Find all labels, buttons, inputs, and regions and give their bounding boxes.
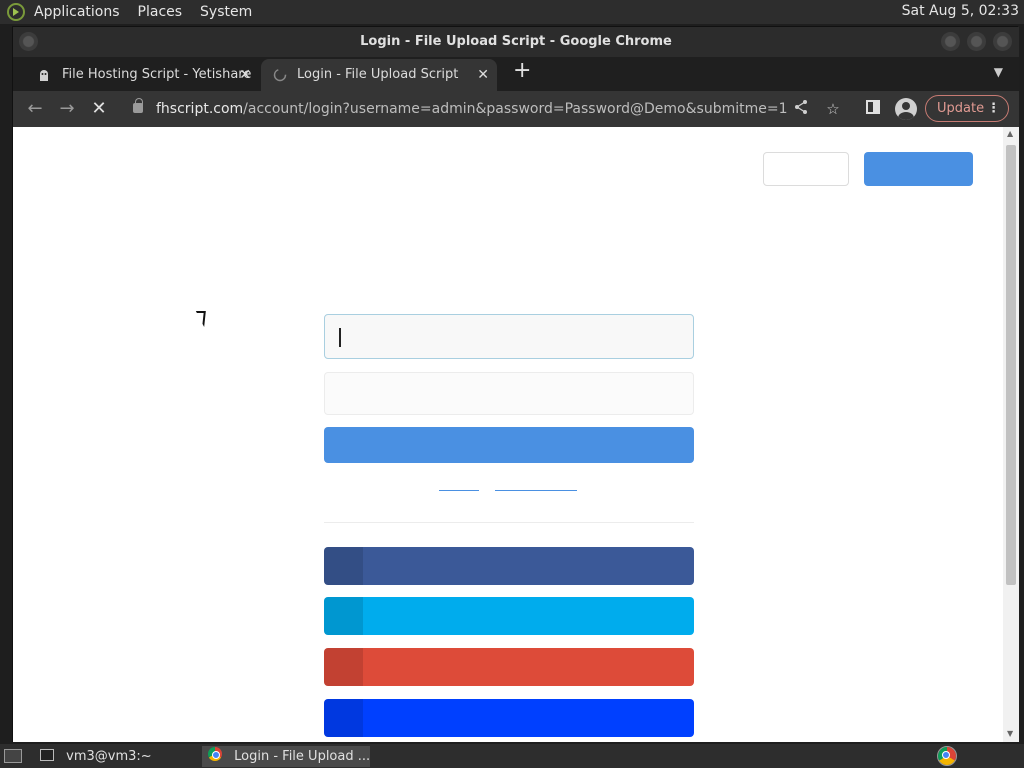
- update-button[interactable]: Update ⋮: [925, 95, 1009, 122]
- bookmark-star-icon[interactable]: ☆: [823, 99, 843, 119]
- clock[interactable]: Sat Aug 5, 02:33: [902, 3, 1019, 19]
- social-icon: [324, 699, 363, 737]
- stop-loading-icon[interactable]: ✕: [87, 97, 111, 121]
- minimize-icon[interactable]: [941, 32, 960, 51]
- new-tab-button[interactable]: +: [513, 59, 531, 83]
- browser-toolbar: ← → ✕ fhscript.com/account/login?usernam…: [13, 91, 1019, 127]
- facebook-login-button[interactable]: [324, 547, 694, 585]
- tab-close-icon[interactable]: ✕: [477, 59, 489, 91]
- maximize-icon[interactable]: [967, 32, 986, 51]
- header-primary-button[interactable]: [864, 152, 973, 186]
- register-link[interactable]: [439, 490, 479, 491]
- tab-yetishare[interactable]: File Hosting Script - Yetishare ✕: [17, 59, 259, 91]
- taskbar-item-chrome[interactable]: Login - File Upload ...: [202, 746, 370, 767]
- tab-close-icon[interactable]: ✕: [239, 59, 251, 91]
- top-panel: Applications Places System Sat Aug 5, 02…: [0, 0, 1024, 24]
- google-icon: [324, 648, 363, 686]
- scroll-up-icon[interactable]: ▲: [1007, 129, 1013, 138]
- tab-search-chevron-icon[interactable]: ▼: [994, 65, 1003, 79]
- mouse-pointer-icon: [194, 311, 206, 327]
- update-label: Update: [937, 101, 985, 116]
- scrollbar-thumb[interactable]: [1006, 145, 1016, 585]
- social-login-button[interactable]: [324, 699, 694, 737]
- url-path: /account/login?username=admin&password=P…: [243, 101, 788, 117]
- show-desktop-icon[interactable]: [4, 749, 22, 763]
- taskbar-item-terminal[interactable]: vm3@vm3:~: [34, 746, 194, 767]
- header-outline-button[interactable]: [763, 152, 849, 186]
- forgot-password-link[interactable]: [495, 490, 577, 491]
- tab-login[interactable]: Login - File Upload Script ✕: [261, 59, 497, 91]
- twitter-login-button[interactable]: [324, 597, 694, 635]
- window-menu-icon[interactable]: [19, 32, 38, 51]
- browser-window: Login - File Upload Script - Google Chro…: [12, 26, 1019, 742]
- taskbar-item-label: vm3@vm3:~: [66, 749, 152, 764]
- twitter-icon: [324, 597, 363, 635]
- loading-spinner-icon: [273, 68, 287, 82]
- tab-label: Login - File Upload Script: [297, 67, 459, 82]
- yetishare-favicon-icon: [40, 70, 48, 81]
- taskbar: vm3@vm3:~ Login - File Upload ...: [0, 744, 1024, 768]
- page-scrollbar[interactable]: ▲ ▼: [1003, 127, 1019, 742]
- lock-icon[interactable]: [133, 98, 143, 113]
- chrome-icon: [208, 747, 222, 761]
- url-text: fhscript.com/account/login?username=admi…: [156, 95, 787, 123]
- system-menu[interactable]: System: [200, 4, 252, 20]
- window-titlebar[interactable]: Login - File Upload Script - Google Chro…: [13, 27, 1019, 57]
- url-host: fhscript.com: [156, 101, 244, 117]
- address-bar[interactable]: fhscript.com/account/login?username=admi…: [123, 95, 813, 123]
- side-panel-icon[interactable]: [863, 99, 883, 119]
- share-icon[interactable]: [791, 99, 811, 119]
- text-caret: [339, 328, 341, 347]
- places-menu[interactable]: Places: [138, 4, 183, 20]
- applications-menu[interactable]: Applications: [34, 4, 120, 20]
- terminal-icon: [40, 749, 54, 761]
- profile-avatar-icon[interactable]: [895, 98, 917, 120]
- username-input[interactable]: [324, 314, 694, 359]
- window-title: Login - File Upload Script - Google Chro…: [360, 34, 672, 49]
- chrome-tray-icon[interactable]: [937, 746, 957, 766]
- google-login-button[interactable]: [324, 648, 694, 686]
- taskbar-item-label: Login - File Upload ...: [234, 749, 370, 764]
- divider: [324, 522, 694, 523]
- close-window-icon[interactable]: [993, 32, 1012, 51]
- back-arrow-icon[interactable]: ←: [23, 97, 47, 121]
- facebook-icon: [324, 547, 363, 585]
- forward-arrow-icon[interactable]: →: [55, 97, 79, 121]
- login-button[interactable]: [324, 427, 694, 463]
- tab-label: File Hosting Script - Yetishare: [62, 67, 252, 82]
- scroll-down-icon[interactable]: ▼: [1007, 729, 1013, 738]
- chrome-menu-icon[interactable]: ⋮: [987, 96, 1000, 121]
- password-input[interactable]: [324, 372, 694, 415]
- page-viewport: [13, 127, 1003, 742]
- distro-logo-icon[interactable]: [7, 3, 25, 21]
